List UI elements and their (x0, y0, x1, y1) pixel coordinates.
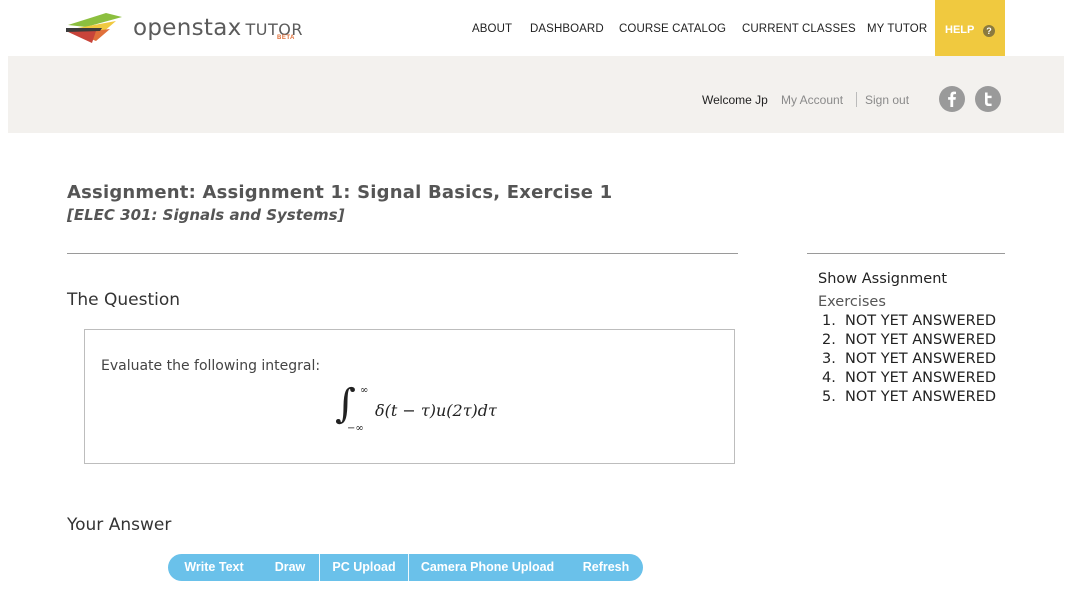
exercise-item[interactable]: 2. NOT YET ANSWERED (822, 332, 996, 351)
exercise-status: NOT YET ANSWERED (845, 389, 997, 405)
account-bar: Welcome Jp My Account Sign out (8, 56, 1064, 133)
help-button[interactable]: HELP ? (935, 0, 1005, 56)
answer-heading: Your Answer (67, 515, 172, 535)
welcome-text: Welcome Jp (702, 93, 768, 107)
question-mark-icon: ? (983, 25, 995, 37)
top-navigation: openstax TUTOR BETA ABOUT DASHBOARD COURS… (0, 0, 1065, 56)
question-prompt: Evaluate the following integral: (101, 358, 321, 374)
integral-expression: ∫ ∞ −∞ δ(t − τ)u(2τ)dτ (335, 384, 515, 439)
my-account-link[interactable]: My Account (781, 93, 843, 107)
exercises-label: Exercises (818, 294, 886, 310)
exercise-item[interactable]: 5. NOT YET ANSWERED (822, 389, 996, 408)
assignment-title: Assignment: Assignment 1: Signal Basics,… (67, 182, 613, 203)
draw-button[interactable]: Draw (260, 554, 320, 581)
exercise-list: 1. NOT YET ANSWERED 2. NOT YET ANSWERED 3.… (822, 313, 996, 408)
openstax-tutor-logo[interactable]: openstax TUTOR BETA (66, 9, 302, 45)
answer-method-buttons: Write Text Draw PC Upload Camera Phone U… (168, 554, 643, 581)
integral-lower-limit: −∞ (347, 423, 364, 434)
integrand: δ(t − τ)u(2τ)dτ (375, 401, 497, 420)
course-name: [ELEC 301: Signals and Systems] (67, 206, 345, 224)
show-assignment-link[interactable]: Show Assignment (818, 271, 947, 287)
help-label: HELP (945, 24, 975, 36)
camera-phone-upload-button[interactable]: Camera Phone Upload (409, 554, 566, 581)
twitter-icon[interactable] (975, 86, 1001, 112)
exercise-number: 2. (822, 332, 836, 348)
exercise-status: NOT YET ANSWERED (845, 332, 997, 348)
question-box: Evaluate the following integral: ∫ ∞ −∞ … (84, 329, 735, 464)
nav-dashboard[interactable]: DASHBOARD (530, 23, 604, 35)
exercise-number: 5. (822, 389, 836, 405)
exercise-item[interactable]: 3. NOT YET ANSWERED (822, 351, 996, 370)
nav-about[interactable]: ABOUT (472, 23, 512, 35)
exercise-status: NOT YET ANSWERED (845, 351, 997, 367)
beta-badge: BETA (277, 35, 295, 41)
exercise-number: 3. (822, 351, 836, 367)
nav-current-classes[interactable]: CURRENT CLASSES (742, 23, 856, 35)
sign-out-link[interactable]: Sign out (865, 93, 909, 107)
exercise-number: 4. (822, 370, 836, 386)
exercise-status: NOT YET ANSWERED (845, 313, 997, 329)
brand-name: openstax (133, 15, 242, 41)
openstax-logo-icon (66, 13, 122, 43)
nav-my-tutor[interactable]: MY TUTOR (867, 23, 927, 35)
facebook-icon[interactable] (939, 86, 965, 112)
refresh-button[interactable]: Refresh (566, 554, 646, 581)
question-heading: The Question (67, 290, 181, 310)
integral-upper-limit: ∞ (360, 385, 369, 396)
account-divider (856, 92, 857, 107)
sidebar-divider (807, 253, 1005, 254)
exercise-status: NOT YET ANSWERED (845, 370, 997, 386)
pc-upload-button[interactable]: PC Upload (320, 554, 408, 581)
exercise-item[interactable]: 4. NOT YET ANSWERED (822, 370, 996, 389)
integral-sign: ∫ (335, 381, 356, 427)
content-divider (67, 253, 738, 254)
exercise-number: 1. (822, 313, 836, 329)
write-text-button[interactable]: Write Text (168, 554, 260, 581)
nav-course-catalog[interactable]: COURSE CATALOG (619, 23, 726, 35)
exercise-item[interactable]: 1. NOT YET ANSWERED (822, 313, 996, 332)
